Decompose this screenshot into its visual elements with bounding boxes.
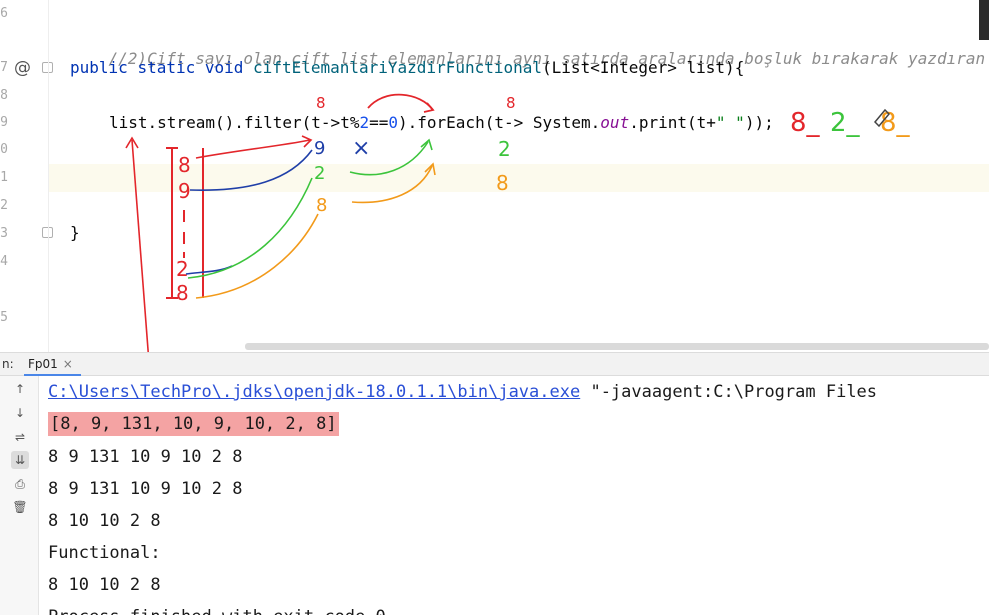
scroll-down-icon[interactable]: ↓ [11, 404, 29, 422]
soft-wrap-icon[interactable]: ⇌ [11, 428, 29, 446]
method-name: ciftElemanlariYazdirFunctional [253, 58, 543, 77]
override-annotation-icon[interactable]: @ [14, 58, 31, 78]
arrow-head [125, 136, 139, 149]
forEach-arrow [367, 93, 434, 111]
scroll-to-end-icon[interactable]: ⇊ [11, 451, 29, 469]
code-token: list.stream().filter(t->t% [109, 113, 360, 132]
pen-cursor-icon [873, 108, 891, 128]
stream-code-line: list.stream().filter(t->t%2==0).forEach(… [109, 113, 774, 132]
editor-gutter: 6 7 8 9 0 1 2 3 4 5 @ [0, 0, 53, 352]
current-line-highlight [49, 164, 989, 192]
scroll-up-icon[interactable]: ↑ [11, 380, 29, 398]
console-output-line: [8, 9, 131, 10, 9, 10, 2, 8] [48, 412, 339, 436]
filter-result: 8 [316, 195, 327, 216]
list-value: 8 [176, 281, 189, 305]
trash-icon[interactable]: 🗑 [11, 498, 29, 516]
method-params: (List<Integer> list){ [542, 58, 745, 77]
list-value: 2 [176, 257, 189, 281]
mark-8: 8 [316, 94, 326, 112]
console-command-line: C:\Users\TechPro\.jdks\openjdk-18.0.1.1\… [48, 382, 877, 402]
keyword-void: void [204, 58, 244, 77]
code-editor[interactable]: 6 7 8 9 0 1 2 3 4 5 @ //2)Çift sayı olan… [0, 0, 989, 352]
line-number: 0 [0, 142, 8, 157]
filter-result: 9 [314, 138, 325, 159]
code-string: " " [715, 113, 745, 132]
tab-label: Fp01 [28, 356, 58, 371]
gutter-separator [48, 0, 49, 352]
tab-fp01[interactable]: Fp01 × [24, 353, 81, 376]
code-token: ).forEach(t-> System. [398, 113, 601, 132]
flow-arrow-blue [185, 265, 233, 275]
line-number: 7 [0, 60, 8, 75]
line-number: 6 [0, 6, 8, 21]
flow-arrow-orange [195, 213, 319, 299]
line-number: 3 [0, 226, 8, 241]
print-icon[interactable]: ⎙ [11, 475, 29, 493]
arrow-head [420, 138, 433, 151]
mark-8: 8 [506, 94, 516, 112]
tool-window-prefix: n: [2, 357, 14, 371]
handwritten-output-red: 8_ [790, 108, 821, 138]
line-number: 5 [0, 310, 8, 325]
keyword-public: public [70, 58, 128, 77]
console-toolstrip: ↑ ↓ ⇌ ⇊ ⎙ 🗑 [0, 376, 39, 615]
console-output-line: 8 9 131 10 9 10 2 8 [48, 479, 243, 499]
static-field-out: out [600, 113, 630, 132]
line-number: 8 [0, 88, 8, 103]
console-output-line: Process finished with exit code 0 [48, 607, 386, 615]
handwritten-output-orange: 8_ [880, 108, 911, 138]
line-number: 9 [0, 115, 8, 130]
java-exe-link[interactable]: C:\Users\TechPro\.jdks\openjdk-18.0.1.1\… [48, 382, 580, 402]
run-console[interactable]: ↑ ↓ ⇌ ⇊ ⎙ 🗑 C:\Users\TechPro\.jdks\openj… [0, 376, 989, 615]
closing-brace: } [70, 223, 80, 242]
code-number: 0 [388, 113, 398, 132]
console-output-line: 8 9 131 10 9 10 2 8 [48, 447, 243, 467]
code-number: 2 [359, 113, 370, 132]
editor-horizontal-scrollbar[interactable] [245, 343, 989, 350]
editor-edge-marker [979, 0, 989, 40]
console-output-line: Functional: [48, 543, 161, 563]
rejected-cross: × [352, 136, 370, 161]
console-output-line: 8 10 10 2 8 [48, 575, 161, 595]
line-number: 2 [0, 198, 8, 213]
arrow-head [301, 135, 313, 148]
output-value: 2 [498, 137, 511, 161]
arrow-head [423, 102, 435, 113]
code-token: .print(t+ [629, 113, 716, 132]
run-tab-bar: n: Fp01 × [0, 352, 989, 376]
keyword-static: static [137, 58, 196, 77]
close-icon[interactable]: × [63, 357, 73, 371]
method-signature-line: public static void ciftElemanlariYazdirF… [70, 58, 744, 77]
handwritten-output-green: 2_ [830, 108, 861, 138]
code-token: == [369, 113, 389, 132]
flow-arrow-green [187, 177, 313, 279]
console-output-line: 8 10 10 2 8 [48, 511, 161, 531]
line-number: 4 [0, 254, 8, 269]
line-number: 1 [0, 170, 8, 185]
highlighted-output: [8, 9, 131, 10, 9, 10, 2, 8] [48, 412, 339, 436]
code-token: )); [744, 113, 774, 132]
flow-arrow-red [195, 139, 311, 159]
command-args: "-javaagent:C:\Program Files [580, 382, 878, 402]
